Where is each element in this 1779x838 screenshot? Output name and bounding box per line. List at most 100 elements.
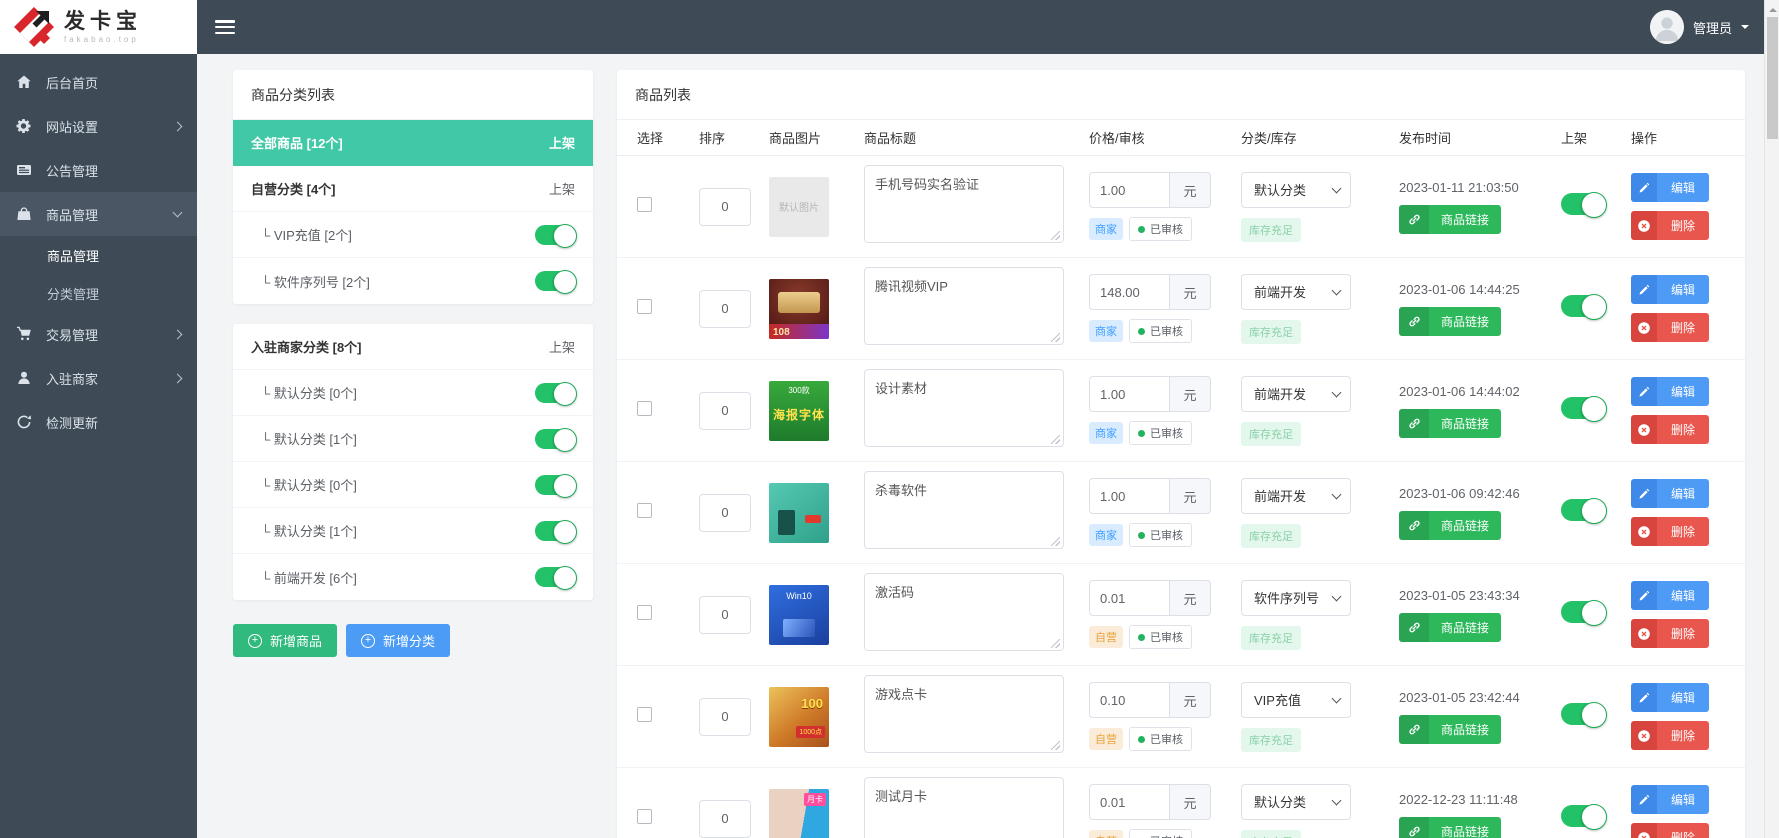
category-toggle[interactable] — [535, 381, 577, 406]
sidebar-item[interactable]: 商品管理 — [0, 192, 197, 236]
audit-label: 已审核 — [1150, 326, 1183, 338]
sort-input[interactable] — [699, 187, 751, 226]
shelf-toggle[interactable] — [1561, 702, 1607, 728]
category-row[interactable]: └ VIP充值 [2个] — [233, 212, 593, 258]
category-row[interactable]: └ 默认分类 [0个] — [233, 370, 593, 416]
category-toggle[interactable] — [535, 223, 577, 248]
sort-input[interactable] — [699, 697, 751, 736]
category-toggle[interactable] — [535, 270, 577, 294]
product-link-button[interactable]: 商品链接 — [1399, 612, 1502, 642]
sort-input[interactable] — [699, 493, 751, 532]
row-checkbox[interactable] — [637, 604, 652, 620]
on-shelf-label: 上架 — [548, 340, 575, 355]
price-input[interactable] — [1089, 478, 1169, 514]
price-input[interactable] — [1089, 172, 1169, 208]
add-product-button[interactable]: + 新增商品 — [233, 624, 338, 657]
category-toggle[interactable] — [535, 427, 577, 452]
delete-button[interactable]: 删除 — [1631, 517, 1709, 546]
category-select[interactable]: 前端开发 — [1241, 477, 1351, 514]
sidebar-item[interactable]: 入驻商家 — [0, 356, 197, 400]
category-select[interactable]: 默认分类 — [1241, 783, 1351, 820]
edit-button[interactable]: 编辑 — [1631, 275, 1709, 304]
shelf-toggle[interactable] — [1561, 600, 1607, 626]
shelf-toggle[interactable] — [1561, 396, 1607, 422]
price-input[interactable] — [1089, 784, 1169, 820]
row-checkbox[interactable] — [637, 808, 652, 824]
delete-button[interactable]: 删除 — [1631, 313, 1709, 342]
sort-input[interactable] — [699, 799, 751, 838]
admin-dropdown[interactable]: 管理员 — [1649, 10, 1749, 44]
delete-button[interactable]: 删除 — [1631, 415, 1709, 444]
row-checkbox[interactable] — [637, 706, 652, 722]
category-row[interactable]: └ 默认分类 [0个] — [233, 462, 593, 508]
sort-input[interactable] — [699, 595, 751, 634]
price-input[interactable] — [1089, 376, 1169, 412]
edit-button[interactable]: 编辑 — [1631, 581, 1709, 610]
category-toggle[interactable] — [535, 473, 577, 498]
product-title-textarea[interactable]: 手机号码实名验证 — [864, 165, 1064, 243]
page-scrollbar[interactable] — [1764, 0, 1779, 838]
sort-input[interactable] — [699, 391, 751, 430]
scroll-up-icon[interactable] — [1769, 4, 1777, 12]
price-input[interactable] — [1089, 682, 1169, 718]
sidebar-item[interactable]: 后台首页 — [0, 60, 197, 104]
delete-button[interactable]: 删除 — [1631, 211, 1709, 240]
category-select[interactable]: 前端开发 — [1241, 273, 1351, 310]
product-title-textarea[interactable]: 设计素材 — [864, 369, 1064, 447]
shelf-toggle[interactable] — [1561, 804, 1607, 830]
category-select[interactable]: VIP充值 — [1241, 681, 1351, 718]
row-checkbox[interactable] — [637, 502, 652, 518]
category-row[interactable]: └ 默认分类 [1个] — [233, 508, 593, 554]
seller-badge: 自营 — [1089, 728, 1123, 750]
product-link-button[interactable]: 商品链接 — [1399, 408, 1502, 438]
delete-button[interactable]: 删除 — [1631, 721, 1709, 750]
shelf-toggle[interactable] — [1561, 192, 1607, 218]
row-checkbox[interactable] — [637, 196, 652, 212]
price-input[interactable] — [1089, 580, 1169, 616]
delete-button[interactable]: 删除 — [1631, 619, 1709, 648]
sidebar-subitem[interactable]: 分类管理 — [0, 274, 197, 312]
shelf-toggle[interactable] — [1561, 294, 1607, 320]
category-row[interactable]: 自营分类 [4个] 上架 — [233, 166, 593, 212]
edit-button[interactable]: 编辑 — [1631, 479, 1709, 508]
product-link-button[interactable]: 商品链接 — [1399, 204, 1502, 234]
sidebar-item[interactable]: 交易管理 — [0, 312, 197, 356]
category-select[interactable]: 前端开发 — [1241, 375, 1351, 412]
product-title-textarea[interactable]: 杀毒软件 — [864, 471, 1064, 549]
sidebar-item[interactable]: 检测更新 — [0, 400, 197, 444]
menu-toggle-icon[interactable] — [215, 20, 235, 34]
edit-button[interactable]: 编辑 — [1631, 173, 1709, 202]
delete-button[interactable]: 删除 — [1631, 823, 1709, 838]
add-category-button[interactable]: + 新增分类 — [346, 624, 451, 657]
green-dot-icon — [1138, 633, 1145, 641]
row-checkbox[interactable] — [637, 400, 652, 416]
category-toggle[interactable] — [535, 566, 577, 590]
category-row[interactable]: 全部商品 [12个] 上架 — [233, 120, 593, 166]
product-link-button[interactable]: 商品链接 — [1399, 714, 1502, 744]
edit-button[interactable]: 编辑 — [1631, 377, 1709, 406]
edit-button[interactable]: 编辑 — [1631, 683, 1709, 712]
category-row[interactable]: 入驻商家分类 [8个] 上架 — [233, 324, 593, 370]
sidebar-item[interactable]: 网站设置 — [0, 104, 197, 148]
category-select[interactable]: 默认分类 — [1241, 171, 1351, 208]
scrollbar-thumb[interactable] — [1767, 17, 1778, 139]
row-checkbox[interactable] — [637, 298, 652, 314]
product-title-textarea[interactable]: 腾讯视频VIP — [864, 267, 1064, 345]
product-title-textarea[interactable]: 游戏点卡 — [864, 675, 1064, 753]
sort-input[interactable] — [699, 289, 751, 328]
category-row[interactable]: └ 软件序列号 [2个] — [233, 258, 593, 304]
shelf-toggle[interactable] — [1561, 498, 1607, 524]
sidebar-subitem[interactable]: 商品管理 — [0, 236, 197, 274]
category-select[interactable]: 软件序列号 — [1241, 579, 1351, 616]
category-toggle[interactable] — [535, 519, 577, 544]
category-row[interactable]: └ 默认分类 [1个] — [233, 416, 593, 462]
sidebar-item[interactable]: 公告管理 — [0, 148, 197, 192]
product-title-textarea[interactable]: 激活码 — [864, 573, 1064, 651]
product-link-button[interactable]: 商品链接 — [1399, 306, 1502, 336]
edit-button[interactable]: 编辑 — [1631, 785, 1709, 814]
price-input[interactable] — [1089, 274, 1169, 310]
product-link-button[interactable]: 商品链接 — [1399, 816, 1502, 838]
product-link-button[interactable]: 商品链接 — [1399, 510, 1502, 540]
product-title-textarea[interactable]: 测试月卡 — [864, 777, 1064, 838]
category-row[interactable]: └ 前端开发 [6个] — [233, 554, 593, 600]
